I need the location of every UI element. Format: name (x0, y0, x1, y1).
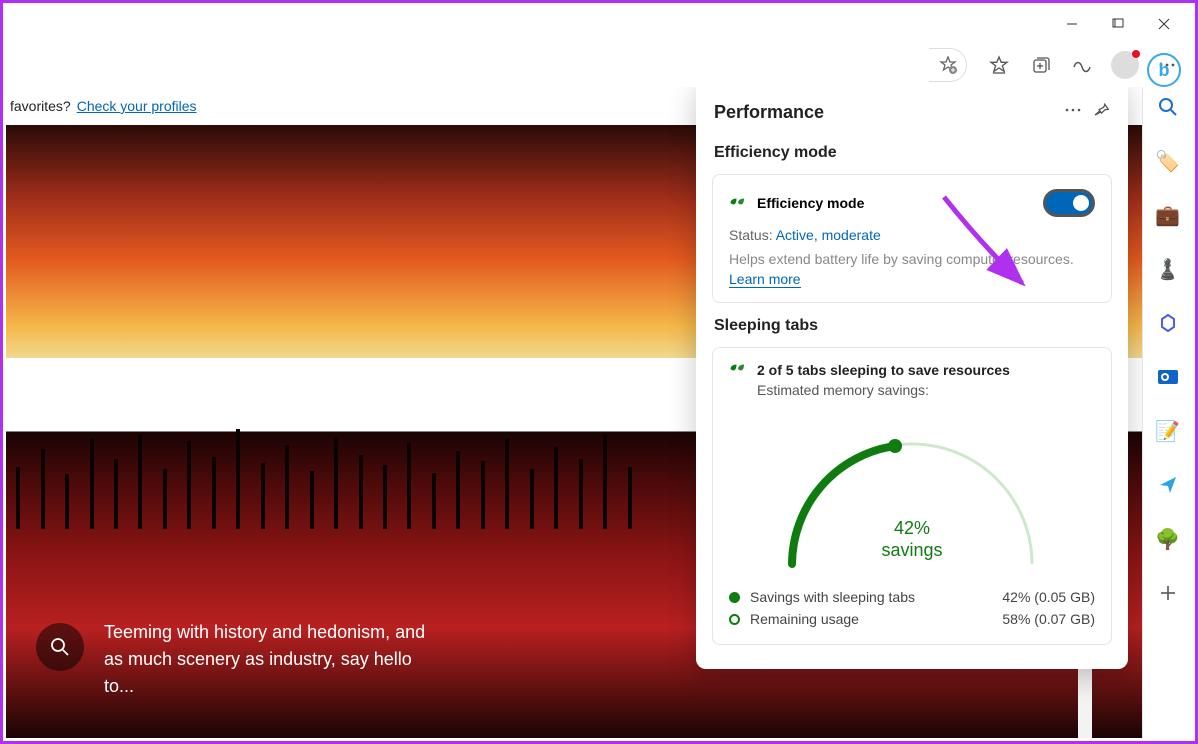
panel-pin-button[interactable] (1092, 101, 1110, 124)
sidebar-add[interactable] (1152, 577, 1184, 609)
maximize-button[interactable] (1095, 8, 1141, 40)
hero-caption-text: Teeming with history and hedonism, and a… (104, 619, 444, 700)
status-value: Active, moderate (776, 227, 881, 243)
hero-search-button[interactable] (36, 623, 84, 671)
office-icon (1158, 313, 1178, 333)
browser-toolbar (3, 45, 1195, 85)
efficiency-label: Efficiency mode (757, 195, 864, 211)
gauge-pct: 42% (894, 518, 930, 538)
efficiency-section-title: Efficiency mode (696, 134, 1128, 170)
gauge-label: savings (881, 540, 942, 560)
panel-more-button[interactable] (1064, 101, 1082, 124)
dot-outline-icon (729, 614, 740, 625)
sleeping-section-title: Sleeping tabs (696, 307, 1128, 343)
legend-value: 58% (0.07 GB) (1002, 611, 1095, 627)
sidebar-app-1[interactable]: 📝 (1152, 415, 1184, 447)
dot-filled-icon (729, 592, 740, 603)
performance-button[interactable] (1065, 47, 1101, 83)
status-prefix: Status: (729, 227, 776, 243)
sidebar-search[interactable] (1152, 91, 1184, 123)
hero-poles-graphic (6, 419, 642, 529)
legend-label: Savings with sleeping tabs (750, 589, 915, 605)
leaf-icon (729, 362, 747, 376)
search-icon (50, 637, 70, 657)
profile-button[interactable] (1107, 47, 1143, 83)
efficiency-card: Efficiency mode Status: Active, moderate… (712, 174, 1112, 303)
efficiency-help-text: Helps extend battery life by saving comp… (729, 251, 1095, 267)
efficiency-toggle[interactable] (1043, 189, 1095, 217)
bing-button[interactable]: b (1147, 53, 1181, 87)
avatar-icon (1111, 51, 1139, 79)
performance-panel: Performance Efficiency mode (696, 87, 1128, 669)
hero-caption: Teeming with history and hedonism, and a… (36, 619, 444, 700)
search-icon (1158, 97, 1178, 117)
plus-icon (1159, 584, 1177, 602)
panel-title: Performance (714, 102, 824, 123)
check-profiles-link[interactable]: Check your profiles (77, 98, 197, 114)
legend-row: Remaining usage 58% (0.07 GB) (729, 608, 1095, 630)
favorites-button[interactable] (981, 47, 1017, 83)
legend-label: Remaining usage (750, 611, 859, 627)
leaf-icon (729, 196, 747, 210)
sleeping-card: 2 of 5 tabs sleeping to save resources E… (712, 347, 1112, 645)
window-titlebar (3, 3, 1195, 45)
collections-button[interactable] (1023, 47, 1059, 83)
learn-more-link[interactable]: Learn more (729, 271, 801, 288)
address-bar-end[interactable] (929, 48, 967, 82)
outlook-icon (1157, 367, 1179, 387)
sleeping-subline: Estimated memory savings: (757, 382, 1095, 398)
sidebar-tools[interactable]: 💼 (1152, 199, 1184, 231)
close-button[interactable] (1141, 8, 1187, 40)
sidebar-shopping[interactable]: 🏷️ (1152, 145, 1184, 177)
main-content: favorites? Check your profiles (6, 87, 1142, 738)
legend-value: 42% (0.05 GB) (1002, 589, 1095, 605)
sidebar-app-3[interactable]: 🌳 (1152, 523, 1184, 555)
minimize-button[interactable] (1049, 8, 1095, 40)
sleeping-headline: 2 of 5 tabs sleeping to save resources (757, 362, 1010, 378)
gauge-legend: Savings with sleeping tabs 42% (0.05 GB)… (729, 586, 1095, 630)
favorites-prompt-text: favorites? (10, 98, 71, 114)
send-icon (1158, 475, 1178, 495)
add-favorite-icon (939, 56, 957, 74)
sidebar-outlook[interactable] (1152, 361, 1184, 393)
savings-gauge: 42% savings (729, 406, 1095, 586)
pin-icon (1092, 101, 1110, 119)
legend-row: Savings with sleeping tabs 42% (0.05 GB) (729, 586, 1095, 608)
sidebar-games[interactable]: ♟️ (1152, 253, 1184, 285)
sidebar-app-2[interactable] (1152, 469, 1184, 501)
edge-sidebar: 🏷️ 💼 ♟️ 📝 🌳 (1142, 87, 1192, 738)
sidebar-office[interactable] (1152, 307, 1184, 339)
